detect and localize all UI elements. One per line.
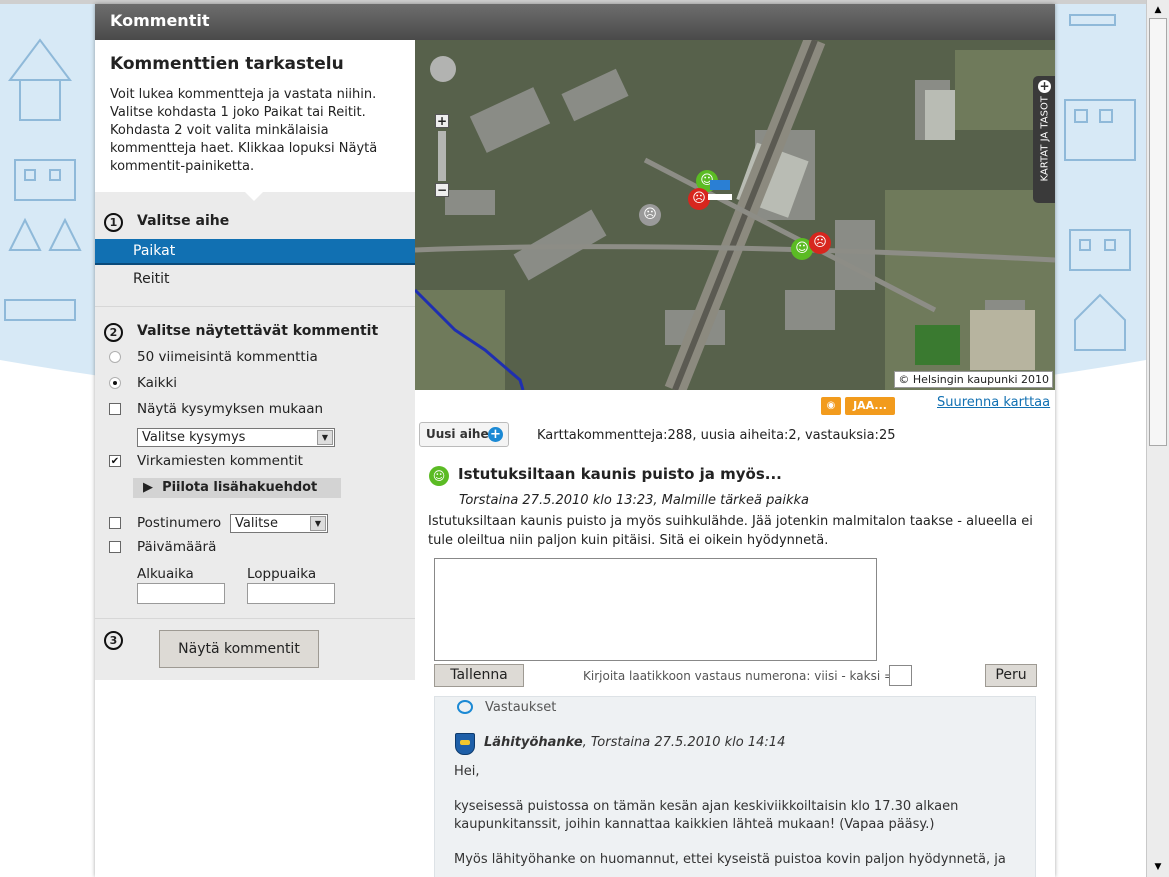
route-marker-icon[interactable]: [710, 180, 730, 190]
checkbox-postcode[interactable]: [109, 517, 121, 529]
start-date-label: Alkuaika: [137, 566, 194, 582]
chevron-down-icon: ▼: [317, 430, 333, 445]
dialog-title: Kommentit: [95, 4, 1055, 40]
map-zoom-control[interactable]: + −: [427, 56, 457, 197]
step1-number: 1: [104, 213, 123, 232]
helsinki-crest-icon: [455, 733, 475, 755]
checkbox-date[interactable]: [109, 541, 121, 553]
zoom-out-icon[interactable]: −: [435, 183, 449, 197]
divider: [95, 618, 415, 619]
radio-all[interactable]: [109, 377, 121, 389]
answer-paragraph: Hei,: [454, 764, 480, 779]
comment-body: Istutuksiltaan kaunis puisto ja myös sui…: [428, 514, 1033, 548]
step2-number: 2: [104, 323, 123, 342]
rss-icon[interactable]: ◉: [821, 397, 841, 415]
zoom-in-icon[interactable]: +: [435, 114, 449, 128]
map-toolbar: ◉ JAA... Suurenna karttaa Uusi aihe + Ka…: [415, 390, 1055, 450]
answer-paragraph: kyseisessä puistossa on tämän kesän ajan…: [454, 799, 959, 832]
comment-detail: ☺ Istutuksiltaan kaunis puisto ja myös..…: [415, 450, 1055, 877]
check-postcode-label: Postinumero: [137, 515, 222, 531]
reply-textarea[interactable]: [434, 558, 877, 661]
marker-label: [708, 194, 732, 200]
new-topic-button[interactable]: Uusi aihe +: [419, 422, 509, 447]
map-layers-tab[interactable]: + KARTAT JA TASOT: [1033, 76, 1055, 203]
save-button[interactable]: Tallenna: [434, 664, 524, 687]
topic-places[interactable]: Paikat: [95, 239, 415, 265]
chevron-down-icon: ▼: [310, 516, 326, 531]
comment-title: Istutuksiltaan kaunis puisto ja myös...: [458, 465, 782, 483]
negative-marker-icon[interactable]: ☹: [688, 188, 710, 210]
intro-box: Kommenttien tarkastelu Voit lukea kommen…: [95, 40, 415, 192]
step2-title: Valitse näytettävät kommentit: [137, 323, 379, 339]
step3-number: 3: [104, 631, 123, 650]
filter-panel: Kommenttien tarkastelu Voit lukea kommen…: [95, 40, 415, 680]
scroll-down-arrow-icon[interactable]: ▼: [1149, 859, 1167, 875]
negative-marker-icon[interactable]: ☹: [809, 232, 831, 254]
map-view[interactable]: + − ☺ ☹ ☹ ☺ ☹ + KARTAT JA TASOT © Helsin…: [415, 40, 1055, 390]
answers-section: Vastaukset Lähityöhanke, Torstaina 27.5.…: [434, 696, 1036, 877]
answer-author: Lähityöhanke, Torstaina 27.5.2010 klo 14…: [484, 735, 785, 750]
check-officials-label: Virkamiesten kommentit: [137, 453, 303, 469]
end-date-input[interactable]: [247, 583, 335, 604]
intro-text: Voit lukea kommentteja ja vastata niihin…: [110, 87, 378, 174]
scroll-up-arrow-icon[interactable]: ▲: [1149, 2, 1167, 18]
panel-heading: Kommenttien tarkastelu: [110, 54, 344, 74]
check-date-label: Päivämäärä: [137, 539, 217, 555]
triangle-right-icon: ▶: [143, 480, 163, 495]
answer-body: Hei, kyseisessä puistossa on tämän kesän…: [454, 763, 1024, 877]
radio-all-label: Kaikki: [137, 375, 178, 391]
comment-meta: Torstaina 27.5.2010 klo 13:23, Malmille …: [459, 493, 809, 508]
question-select[interactable]: Valitse kysymys ▼: [137, 428, 335, 447]
captcha-input[interactable]: [889, 665, 912, 686]
radio-latest[interactable]: [109, 351, 121, 363]
new-topic-label: Uusi aihe: [426, 427, 489, 441]
share-button[interactable]: JAA...: [845, 397, 895, 415]
positive-face-icon: ☺: [429, 466, 449, 486]
page-scrollbar[interactable]: ▲ ▼: [1146, 0, 1169, 877]
answer-author-name: Lähityöhanke: [484, 735, 583, 750]
checkbox-officials[interactable]: ✔: [109, 455, 121, 467]
show-comments-button[interactable]: Näytä kommentit: [159, 630, 319, 668]
captcha-label: Kirjoita laatikkoon vastaus numerona: vi…: [583, 669, 895, 683]
checkbox-by-question[interactable]: [109, 403, 121, 415]
answer-date: , Torstaina 27.5.2010 klo 14:14: [582, 735, 786, 750]
comment-stats: Karttakommentteja:288, uusia aiheita:2, …: [537, 428, 896, 443]
zoom-slider[interactable]: [438, 131, 446, 181]
question-select-value: Valitse kysymys: [142, 430, 246, 445]
comments-dialog: Kommentit Kommenttien tarkastelu Voit lu…: [95, 4, 1055, 877]
cancel-button[interactable]: Peru: [985, 664, 1037, 687]
scrollbar-thumb[interactable]: [1149, 18, 1167, 446]
radio-latest-label: 50 viimeisintä kommenttia: [137, 349, 318, 365]
notch-arrow: [245, 192, 263, 201]
divider: [95, 306, 415, 307]
map-copyright: © Helsingin kaupunki 2010: [894, 371, 1053, 388]
pan-control-icon[interactable]: [430, 56, 456, 82]
enlarge-map-link[interactable]: Suurenna karttaa: [937, 395, 1050, 410]
neutral-marker-icon[interactable]: ☹: [639, 204, 661, 226]
layers-label: KARTAT JA TASOT: [1039, 96, 1051, 182]
postcode-select-value: Valitse: [235, 516, 278, 531]
plus-circle-icon: +: [488, 427, 503, 442]
step1-title: Valitse aihe: [137, 213, 230, 229]
topic-routes[interactable]: Reitit: [95, 267, 415, 293]
answers-title: Vastaukset: [485, 700, 557, 715]
speech-bubble-icon: [457, 700, 473, 714]
postcode-select[interactable]: Valitse ▼: [230, 514, 328, 533]
aerial-map-image: [415, 40, 1055, 390]
toggle-more-label: Piilota lisähakuehdot: [162, 480, 318, 495]
toggle-more-filters[interactable]: ▶ Piilota lisähakuehdot: [133, 478, 341, 498]
start-date-input[interactable]: [137, 583, 225, 604]
check-question-label: Näytä kysymyksen mukaan: [137, 401, 324, 417]
end-date-label: Loppuaika: [247, 566, 317, 582]
plus-icon[interactable]: +: [1038, 80, 1051, 93]
answer-paragraph: Myös lähityöhanke on huomannut, ettei ky…: [454, 852, 1006, 867]
